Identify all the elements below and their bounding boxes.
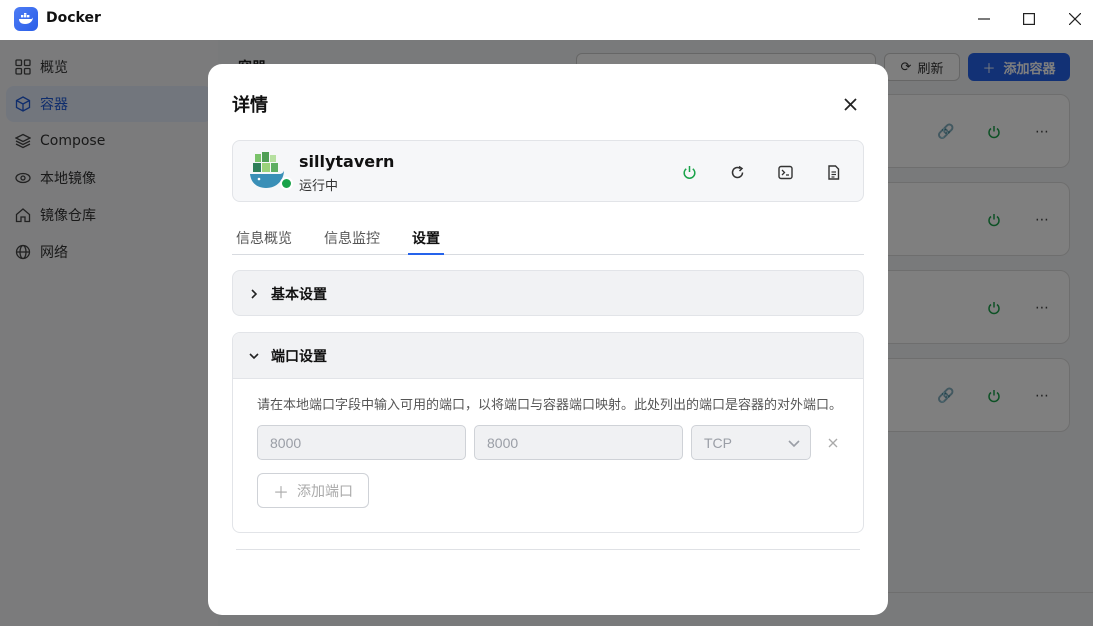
container-name: sillytavern [299,152,395,171]
tab-monitoring[interactable]: 信息监控 [324,228,380,255]
chevron-down-icon [788,440,800,448]
port-settings-header[interactable]: 端口设置 [233,333,863,379]
dialog-tabs: 信息概览 信息监控 设置 [232,224,864,255]
tab-overview[interactable]: 信息概览 [236,228,292,255]
power-icon [683,165,695,179]
restart-button[interactable] [725,160,749,184]
tab-settings[interactable]: 设置 [408,228,444,255]
close-icon [828,438,838,448]
divider [236,549,860,550]
chevron-down-icon [245,347,263,365]
document-icon [827,164,839,180]
plus-icon: ＋ [272,482,289,502]
container-header-card: sillytavern 运行中 [232,140,864,202]
basic-settings-section[interactable]: 基本设置 [232,270,864,316]
protocol-select[interactable]: TCP [691,425,811,460]
add-port-button[interactable]: ＋ 添加端口 [257,473,369,508]
section-label: 基本设置 [271,287,327,303]
minimize-button[interactable] [961,0,1007,38]
remove-port-button[interactable] [823,433,843,453]
maximize-button[interactable] [1006,0,1052,38]
close-window-button[interactable] [1052,0,1093,38]
close-dialog-button[interactable] [838,92,862,116]
section-label: 端口设置 [271,349,327,365]
app-title: Docker [46,10,101,26]
docker-logo-icon [14,7,38,31]
power-button[interactable] [677,160,701,184]
title-bar: Docker [0,0,1093,40]
host-port-input[interactable]: 8000 [257,425,466,460]
port-settings-hint: 请在本地端口字段中输入可用的端口，以将端口与容器端口映射。此处列出的端口是容器的… [257,398,843,413]
close-icon [843,97,857,111]
logs-button[interactable] [821,160,845,184]
details-dialog: 详情 sillytavern 运行中 信息概览 信息监控 设置 基本设置 端口设… [208,64,888,615]
container-status: 运行中 [299,179,339,194]
dialog-title: 详情 [232,95,268,116]
chevron-right-icon [245,285,263,303]
container-port-input[interactable]: 8000 [474,425,683,460]
protocol-value: TCP [704,434,732,451]
restart-icon [731,165,743,178]
running-status-dot [280,177,293,190]
terminal-button[interactable] [773,160,797,184]
port-settings-section: 端口设置 请在本地端口字段中输入可用的端口，以将端口与容器端口映射。此处列出的端… [232,332,864,533]
add-port-label: 添加端口 [297,483,353,500]
terminal-icon [777,165,793,179]
